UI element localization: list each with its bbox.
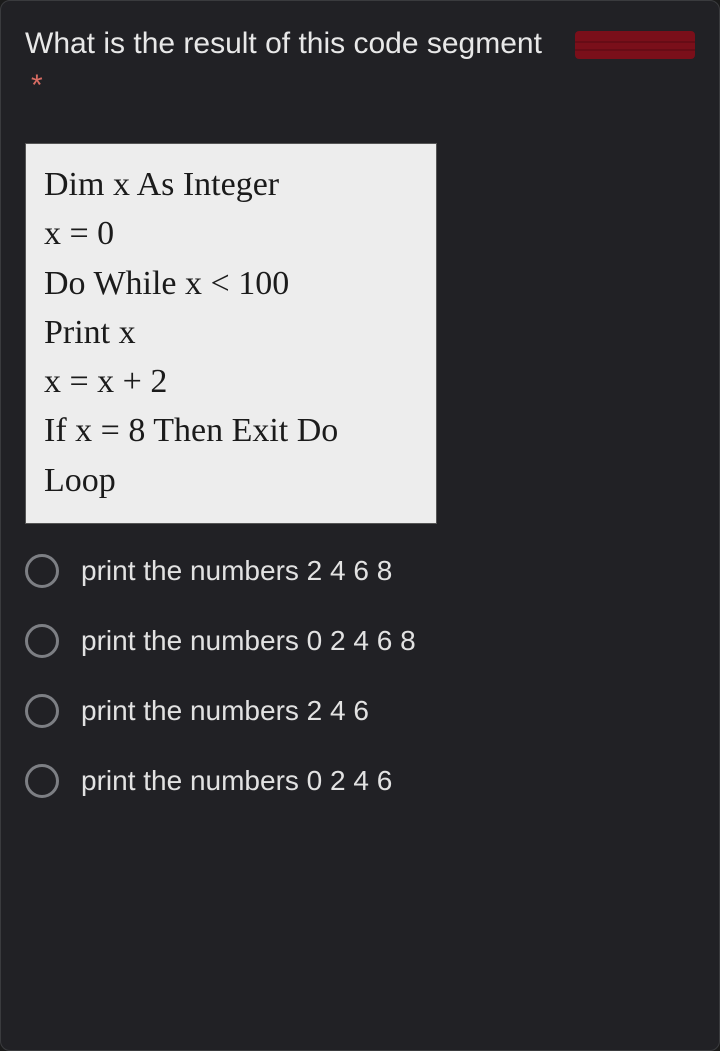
option-label: print the numbers 0 2 4 6 8 [81, 625, 416, 657]
code-segment: Dim x As Integer x = 0 Do While x < 100 … [25, 143, 437, 524]
option-label: print the numbers 0 2 4 6 [81, 765, 392, 797]
code-line: Do While x < 100 [44, 259, 414, 308]
options-group: print the numbers 2 4 6 8 print the numb… [25, 554, 695, 798]
question-text: What is the result of this code segment … [25, 23, 555, 107]
code-line: Dim x As Integer [44, 160, 414, 209]
code-line: Loop [44, 456, 414, 505]
question-label: What is the result of this code segment [25, 27, 542, 60]
option-4[interactable]: print the numbers 0 2 4 6 [25, 764, 695, 798]
question-header: What is the result of this code segment … [25, 23, 695, 107]
code-line: x = x + 2 [44, 357, 414, 406]
option-label: print the numbers 2 4 6 [81, 695, 369, 727]
radio-icon [25, 554, 59, 588]
option-label: print the numbers 2 4 6 8 [81, 555, 392, 587]
option-2[interactable]: print the numbers 0 2 4 6 8 [25, 624, 695, 658]
radio-icon [25, 764, 59, 798]
code-line: Print x [44, 308, 414, 357]
required-marker: * [31, 69, 43, 102]
radio-icon [25, 694, 59, 728]
redacted-mark [575, 31, 695, 59]
code-line: If x = 8 Then Exit Do [44, 406, 414, 455]
question-card: What is the result of this code segment … [0, 0, 720, 1051]
option-1[interactable]: print the numbers 2 4 6 8 [25, 554, 695, 588]
option-3[interactable]: print the numbers 2 4 6 [25, 694, 695, 728]
code-line: x = 0 [44, 209, 414, 258]
radio-icon [25, 624, 59, 658]
